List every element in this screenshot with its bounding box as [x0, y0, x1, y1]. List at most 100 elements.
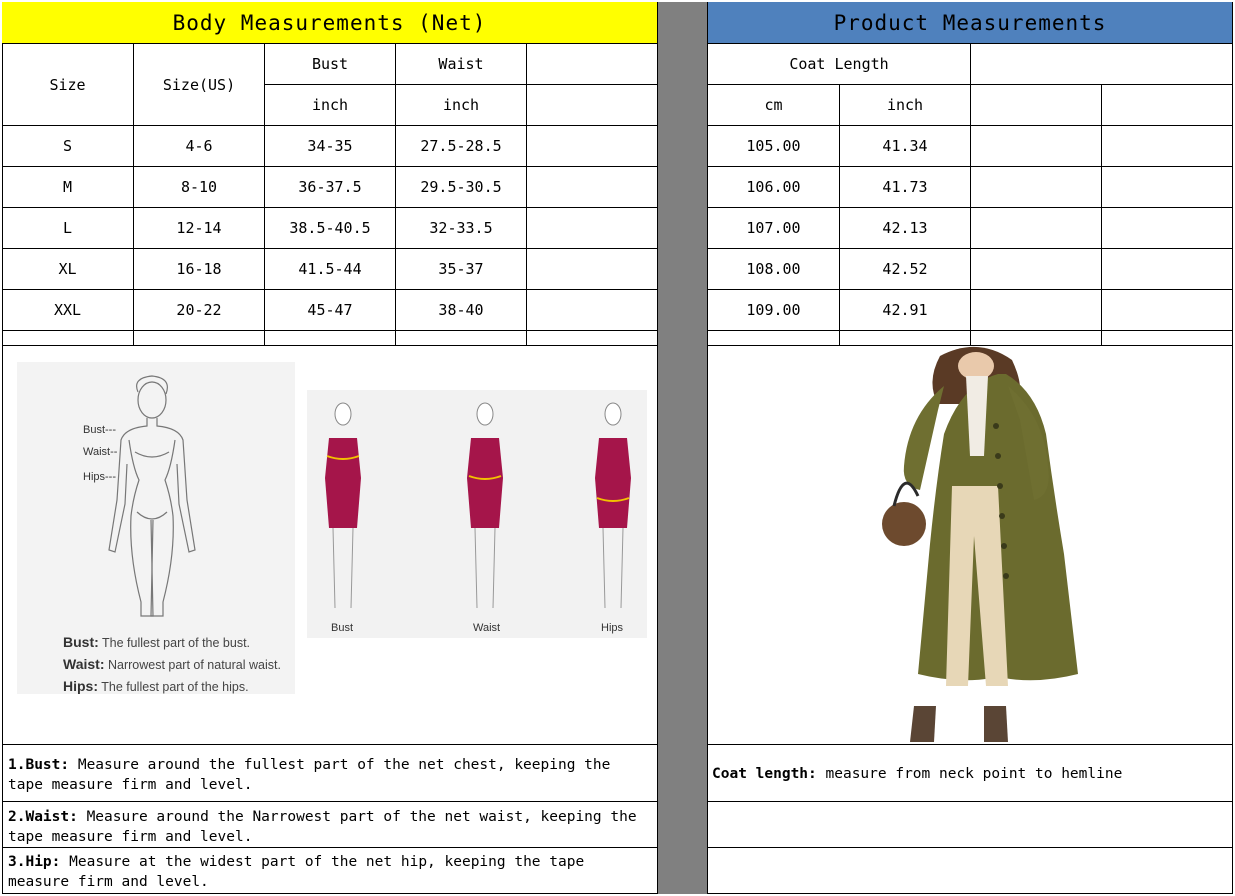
col-header-empty-right [971, 44, 1233, 85]
product-cell-cm: 107.00 [708, 208, 840, 249]
unit-empty [527, 85, 658, 126]
col-header-coat-length: Coat Length [708, 44, 971, 85]
unit-empty-right-1 [971, 85, 1102, 126]
coat-model-illustration [882, 346, 1078, 742]
note-bust-label: 1.Bust: [8, 757, 70, 773]
product-cell-empty [971, 167, 1102, 208]
coat-photo-area [708, 346, 1233, 745]
marker-waist: Waist-- [83, 446, 118, 458]
note-waist: 2.Waist: Measure around the Narrowest pa… [2, 802, 658, 848]
body-cell-us: 20-22 [134, 290, 265, 331]
marker-bust: Bust--- [83, 424, 116, 436]
dress-figure [467, 402, 503, 609]
unit-bust: inch [265, 85, 396, 126]
product-cell-inch: 42.13 [840, 208, 971, 249]
body-cell-bust: 41.5-44 [265, 249, 396, 290]
body-cell-size: M [2, 167, 134, 208]
note-coat-length: Coat length: measure from neck point to … [708, 745, 1233, 802]
body-cell-bust: 36-37.5 [265, 167, 396, 208]
product-cell-inch: 41.34 [840, 126, 971, 167]
def-waist-label: Waist: [63, 656, 105, 672]
def-bust-text: The fullest part of the bust. [102, 636, 251, 650]
body-cell-size: L [2, 208, 134, 249]
body-cell-bust: 38.5-40.5 [265, 208, 396, 249]
body-cell-us: 8-10 [134, 167, 265, 208]
product-cell-empty [1102, 208, 1233, 249]
note-empty-2 [708, 848, 1233, 894]
spacer-row-e1 [971, 331, 1102, 346]
col-header-size: Size [2, 44, 134, 126]
spacer-row-waist [396, 331, 527, 346]
body-cell-size: XXL [2, 290, 134, 331]
divider-column [658, 2, 708, 894]
marker-hips: Hips--- [83, 471, 116, 483]
product-cell-cm: 109.00 [708, 290, 840, 331]
body-cell-empty [527, 167, 658, 208]
note-hip-text: Measure at the widest part of the net hi… [8, 854, 585, 890]
note-coat-text: measure from neck point to hemline [825, 766, 1123, 782]
body-outline-illustration [108, 375, 196, 617]
spacer-row-cm [708, 331, 840, 346]
product-cell-empty [1102, 167, 1233, 208]
body-cell-waist: 32-33.5 [396, 208, 527, 249]
body-cell-waist: 35-37 [396, 249, 527, 290]
note-waist-label: 2.Waist: [8, 809, 78, 825]
dress-diagram-panel: Bust Waist Hips [307, 390, 647, 638]
body-cell-empty [527, 290, 658, 331]
body-cell-size: XL [2, 249, 134, 290]
col-header-waist: Waist [396, 44, 527, 85]
col-header-size-us: Size(US) [134, 44, 265, 126]
def-bust-label: Bust: [63, 634, 99, 650]
dress-label: Waist [473, 622, 501, 634]
body-cell-empty [527, 126, 658, 167]
note-empty-1 [708, 802, 1233, 848]
body-diagram-panel: Bust--- Waist-- Hips--- Bust: The fulles… [17, 362, 295, 694]
spacer-row-empty [527, 331, 658, 346]
body-cell-bust: 34-35 [265, 126, 396, 167]
body-cell-empty [527, 249, 658, 290]
spacer-row-bust [265, 331, 396, 346]
product-cell-cm: 108.00 [708, 249, 840, 290]
spacer-row-size [2, 331, 134, 346]
note-hip-label: 3.Hip: [8, 854, 61, 870]
def-hips: Hips: The fullest part of the hips. [63, 678, 249, 694]
unit-inch: inch [840, 85, 971, 126]
def-waist: Waist: Narrowest part of natural waist. [63, 656, 281, 672]
product-cell-empty [971, 126, 1102, 167]
product-cell-empty [1102, 290, 1233, 331]
def-hips-text: The fullest part of the hips. [101, 680, 249, 694]
body-cell-us: 4-6 [134, 126, 265, 167]
product-cell-inch: 41.73 [840, 167, 971, 208]
product-cell-empty [971, 208, 1102, 249]
product-cell-empty [1102, 126, 1233, 167]
spacer-row-inch [840, 331, 971, 346]
dress-figure [595, 402, 631, 609]
product-cell-cm: 106.00 [708, 167, 840, 208]
body-cell-size: S [2, 126, 134, 167]
body-cell-us: 12-14 [134, 208, 265, 249]
def-waist-text: Narrowest part of natural waist. [107, 658, 281, 672]
col-header-empty [527, 44, 658, 85]
product-cell-cm: 105.00 [708, 126, 840, 167]
dress-label: Hips [601, 622, 624, 634]
body-cell-waist: 27.5-28.5 [396, 126, 527, 167]
body-measurements-header: Body Measurements (Net) [2, 2, 658, 44]
body-cell-waist: 29.5-30.5 [396, 167, 527, 208]
product-cell-empty [971, 249, 1102, 290]
dress-label: Bust [331, 622, 354, 634]
product-cell-empty [1102, 249, 1233, 290]
dress-illustrations [325, 402, 631, 609]
measurement-figure-area: Bust--- Waist-- Hips--- Bust: The fulles… [2, 346, 658, 745]
unit-cm: cm [708, 85, 840, 126]
dress-figure [325, 402, 361, 609]
note-bust-text: Measure around the fullest part of the n… [8, 757, 611, 793]
body-cell-waist: 38-40 [396, 290, 527, 331]
def-bust: Bust: The fullest part of the bust. [63, 634, 250, 650]
product-cell-inch: 42.91 [840, 290, 971, 331]
body-cell-empty [527, 208, 658, 249]
col-header-bust: Bust [265, 44, 396, 85]
note-waist-text: Measure around the Narrowest part of the… [8, 809, 637, 845]
body-cell-us: 16-18 [134, 249, 265, 290]
unit-waist: inch [396, 85, 527, 126]
def-hips-label: Hips: [63, 678, 98, 694]
